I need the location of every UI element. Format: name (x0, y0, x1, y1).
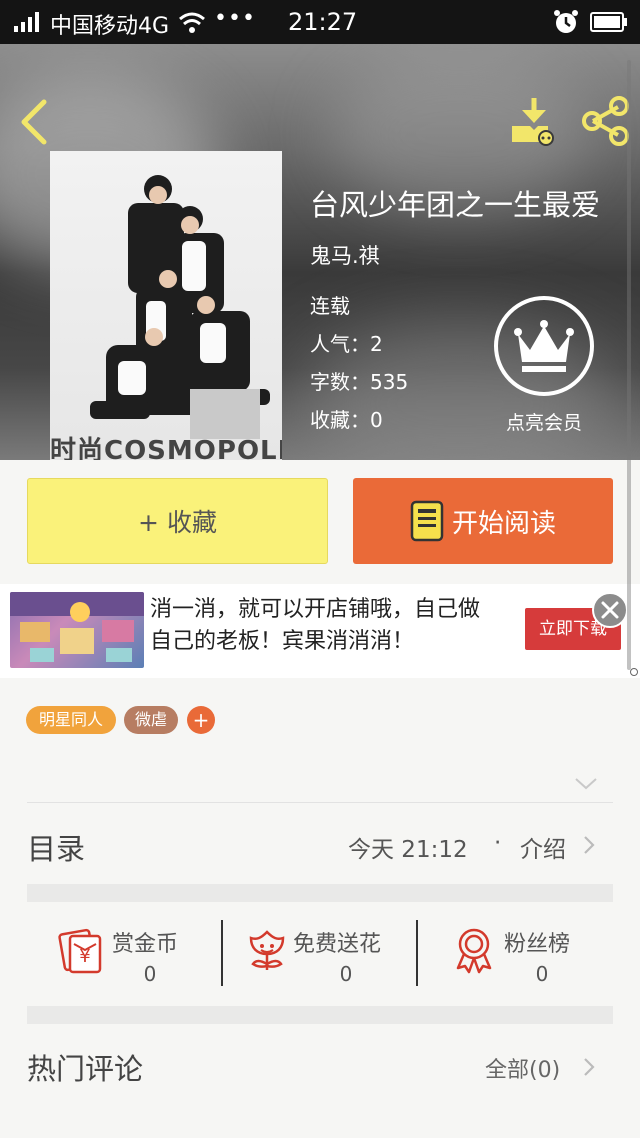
fan-ranking-count: 0 (535, 962, 549, 986)
cover-photo (90, 175, 270, 439)
flower-label: 免费送花 (293, 932, 382, 957)
reward-label: 赏金币 (112, 932, 179, 957)
carrier-label: 中国移动4G (50, 14, 170, 39)
share-icon[interactable] (580, 96, 630, 146)
book-icon (410, 500, 444, 542)
send-flower-button[interactable]: 免费送花 0 (243, 918, 413, 988)
section-separator (27, 1006, 613, 1024)
gold-coin-icon: ¥ (58, 928, 102, 974)
flower-count: 0 (339, 962, 353, 986)
vip-membership-button[interactable]: 点亮会员 (494, 296, 594, 436)
favorite-label: + 收藏 (138, 508, 217, 537)
toc-label[interactable]: 目录 (27, 826, 85, 868)
book-header: 时尚COSMOPOLITAN 台风少年团之一生最爱 鬼马.祺 连载 人气：2 字… (0, 44, 640, 460)
book-author[interactable]: 鬼马.祺 (310, 240, 380, 270)
signal-icon (14, 12, 39, 32)
back-arrow-icon[interactable] (16, 98, 52, 146)
cover-magazine-text: 时尚COSMOPOLITAN (50, 436, 282, 460)
divider (416, 920, 418, 986)
book-title: 台风少年团之一生最爱 (310, 188, 601, 222)
download-icon[interactable] (508, 96, 560, 146)
book-popularity: 人气：2 (310, 332, 383, 356)
book-status: 连载 (310, 294, 350, 318)
all-comments-link[interactable]: 全部(0) (485, 1052, 560, 1084)
chevron-down-icon[interactable] (574, 776, 598, 792)
divider (27, 802, 613, 803)
hot-comments-label: 热门评论 (27, 1052, 144, 1086)
edge-marker (630, 668, 638, 676)
tag-light-angst[interactable]: 微虐 (124, 706, 178, 734)
ribbon-award-icon (456, 928, 492, 974)
scrollbar[interactable] (627, 60, 631, 670)
chevron-right-icon[interactable] (582, 834, 596, 856)
reward-coins-button[interactable]: ¥ 赏金币 0 (56, 918, 206, 988)
fan-ranking-button[interactable]: 粉丝榜 0 (450, 918, 600, 988)
book-word-count: 字数：535 (310, 370, 409, 394)
ad-text: 消一消，就可以开店铺哦，自己做自己的老板！宾果消消消！ (150, 597, 481, 654)
section-separator (27, 884, 613, 902)
flower-icon (249, 930, 285, 970)
divider (221, 920, 223, 986)
chevron-right-icon[interactable] (582, 1056, 596, 1078)
vip-label: 点亮会员 (505, 412, 582, 434)
status-bar: 中国移动4G ••• 21:27 (0, 0, 640, 44)
tag-celebrity-fanfic[interactable]: 明星同人 (26, 706, 116, 734)
battery-icon (590, 12, 627, 32)
intro-link[interactable]: 介绍 (520, 830, 566, 864)
book-favorite-count: 收藏：0 (310, 408, 383, 432)
close-icon (601, 601, 619, 619)
toc-update-time: 今天 21:12 (348, 837, 468, 863)
more-indicator: ••• (214, 6, 256, 31)
separator-dot: · (494, 830, 502, 856)
add-to-favorites-button[interactable]: + 收藏 (27, 478, 328, 564)
wifi-icon (179, 12, 205, 33)
fan-ranking-label: 粉丝榜 (504, 932, 571, 957)
crown-icon (514, 320, 574, 372)
status-time: 21:27 (288, 8, 358, 36)
ad-close-button[interactable] (592, 592, 628, 628)
ad-game-image (10, 592, 144, 668)
read-label: 开始阅读 (451, 508, 556, 539)
reward-count: 0 (143, 962, 157, 986)
alarm-icon (554, 10, 578, 33)
start-reading-button[interactable]: 开始阅读 (353, 478, 613, 564)
book-cover[interactable]: 时尚COSMOPOLITAN (50, 151, 282, 460)
add-tag-button[interactable]: + (187, 706, 215, 734)
